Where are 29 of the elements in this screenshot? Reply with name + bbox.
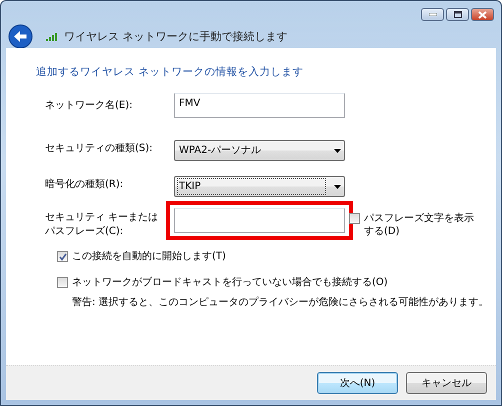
maximize-icon: [454, 11, 462, 18]
passphrase-field[interactable]: [174, 208, 345, 233]
signal-icon: [46, 32, 57, 40]
checkbox[interactable]: [57, 251, 68, 262]
dropdown-arrow-icon: [334, 184, 340, 188]
checkbox-label[interactable]: この接続を自動的に開始します(T): [72, 250, 226, 263]
dropdown[interactable]: TKIP: [174, 176, 345, 197]
minimize-button[interactable]: [421, 8, 444, 21]
checkbox[interactable]: [57, 277, 68, 288]
dialog-button[interactable]: 次へ(N): [317, 372, 398, 394]
minimize-icon: [428, 13, 436, 16]
maximize-button[interactable]: [446, 8, 469, 21]
dropdown-arrow-icon: [334, 148, 340, 152]
field-label: セキュリティの種類(S):: [45, 142, 154, 156]
close-icon: [478, 10, 487, 18]
heading: 追加するワイヤレス ネットワークの情報を入力します: [36, 65, 304, 79]
back-button[interactable]: [8, 24, 33, 49]
field-label: 暗号化の種類(R):: [45, 178, 124, 192]
checkbox-label[interactable]: パスフレーズ文字を表示 する(D): [364, 212, 474, 238]
input-field[interactable]: FMV: [174, 93, 345, 118]
checkbox-label[interactable]: ネットワークがブロードキャストを行っていない場合でも接続する(O): [72, 276, 388, 289]
dialog-button[interactable]: キャンセル: [406, 372, 487, 394]
close-button[interactable]: [471, 8, 494, 21]
checkbox[interactable]: [349, 213, 360, 224]
field-label: セキュリティ キーまたは パスフレーズ(C):: [45, 211, 160, 239]
field-label: ネットワーク名(E):: [45, 99, 134, 113]
window-title: ワイヤレス ネットワークに手動で接続します: [64, 29, 288, 44]
dropdown[interactable]: WPA2-パーソナル: [174, 140, 345, 161]
warning-text: 警告: 選択すると、このコンピュータのプライバシーが危険にさらされる可能性があります。: [71, 296, 490, 309]
